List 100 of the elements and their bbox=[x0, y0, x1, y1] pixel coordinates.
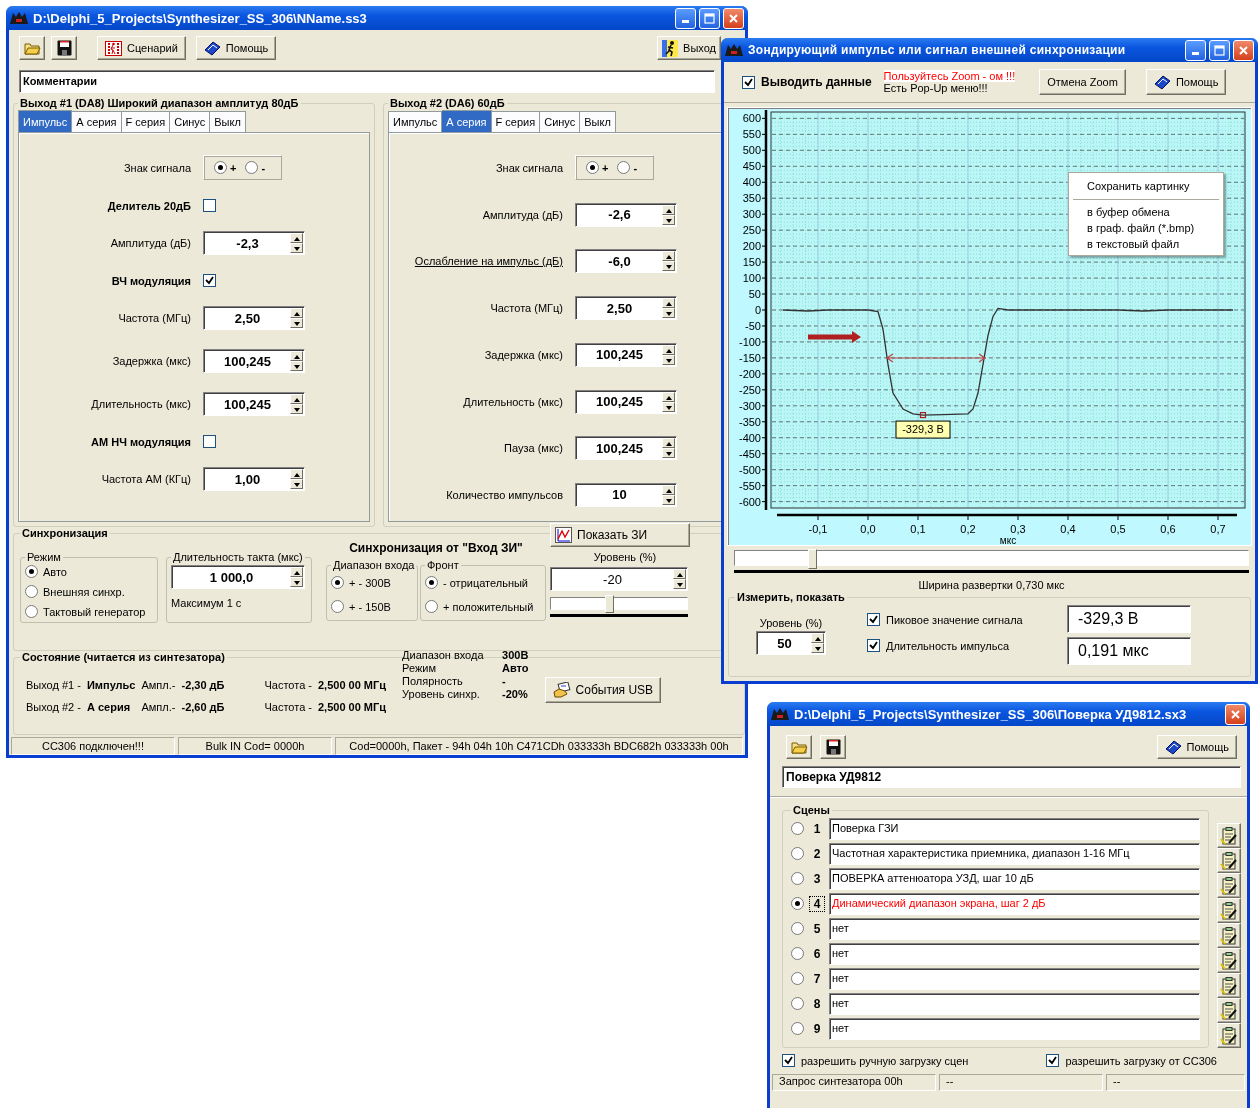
load-button[interactable] bbox=[1217, 823, 1241, 848]
checkbox[interactable] bbox=[742, 75, 755, 89]
checkbox[interactable] bbox=[1046, 1054, 1060, 1067]
spin-box[interactable]: 100,245 bbox=[575, 436, 677, 461]
minimize-button[interactable] bbox=[1185, 39, 1206, 61]
checkbox[interactable] bbox=[867, 639, 880, 652]
radio-button[interactable] bbox=[791, 897, 804, 910]
radio-button[interactable] bbox=[791, 972, 804, 985]
minimize-button[interactable] bbox=[675, 7, 696, 29]
spin-box[interactable]: -20 bbox=[550, 567, 688, 591]
spin-box[interactable]: 100,245 bbox=[575, 342, 677, 367]
scene-field[interactable]: нет bbox=[829, 1017, 1200, 1040]
slider-track[interactable] bbox=[734, 550, 1249, 566]
menu-item[interactable]: в буфер обмена bbox=[1069, 204, 1223, 220]
open-button[interactable] bbox=[786, 735, 812, 759]
spin-box[interactable]: 2,50 bbox=[203, 306, 305, 330]
radio-button[interactable] bbox=[25, 605, 38, 618]
radio-button[interactable] bbox=[791, 872, 804, 885]
radio-button[interactable] bbox=[791, 947, 804, 960]
radio-button[interactable] bbox=[25, 565, 38, 578]
scene-field[interactable]: Динамический диапазон экрана, шаг 2 дБ bbox=[829, 892, 1200, 915]
scene-field[interactable]: нет bbox=[829, 967, 1200, 990]
scene-field[interactable]: нет bbox=[829, 942, 1200, 965]
checkbox[interactable] bbox=[203, 274, 216, 287]
spin-box[interactable]: -2,3 bbox=[203, 231, 305, 255]
comment-field[interactable]: Комментарии bbox=[19, 70, 715, 93]
tab[interactable]: Выкл bbox=[580, 111, 616, 132]
checkbox[interactable] bbox=[203, 199, 216, 212]
name-field[interactable]: Поверка УД9812 bbox=[782, 766, 1241, 788]
link[interactable]: Ослабление на импульс (дБ) bbox=[414, 255, 563, 268]
menu-item[interactable]: в текстовый файл bbox=[1069, 236, 1223, 252]
scene-field[interactable]: ПОВЕРКА аттенюатора УЗД, шаг 10 дБ bbox=[829, 867, 1200, 890]
checkbox[interactable] bbox=[867, 613, 880, 626]
tab[interactable]: Синус bbox=[170, 111, 211, 132]
show-button[interactable]: Показать ЗИ bbox=[550, 523, 690, 547]
tab[interactable]: А серия bbox=[442, 110, 492, 132]
scene-field[interactable]: Частотная характеристика приемника, диапазон 1-16 МГц bbox=[829, 842, 1200, 865]
open-button[interactable] bbox=[19, 36, 45, 60]
tab[interactable]: А серия bbox=[72, 111, 122, 132]
slider-thumb[interactable] bbox=[605, 595, 615, 613]
slider-track[interactable] bbox=[550, 597, 688, 610]
load-button[interactable] bbox=[1217, 973, 1241, 998]
slider-thumb[interactable] bbox=[807, 549, 817, 569]
menu-item[interactable]: Сохранить картинку bbox=[1069, 176, 1223, 198]
load-button[interactable] bbox=[1217, 998, 1241, 1023]
radio-button[interactable] bbox=[331, 600, 344, 613]
close-button[interactable] bbox=[1225, 703, 1246, 725]
load-button[interactable] bbox=[1217, 873, 1241, 898]
close-button[interactable] bbox=[1233, 39, 1254, 61]
load-button[interactable] bbox=[1217, 948, 1241, 973]
radio-button[interactable] bbox=[617, 161, 631, 174]
radio-button[interactable] bbox=[791, 847, 804, 860]
radio-button[interactable] bbox=[791, 822, 804, 835]
menu-item[interactable]: в граф. файл (*.bmp) bbox=[1069, 220, 1223, 236]
spin-box[interactable]: 1,00 bbox=[203, 467, 305, 491]
spin-box[interactable]: -2,6 bbox=[575, 202, 677, 227]
scenario-button[interactable]: Сценарий bbox=[97, 36, 186, 60]
maximize-button[interactable] bbox=[699, 7, 720, 29]
maximize-button[interactable] bbox=[1209, 39, 1230, 61]
save-button[interactable] bbox=[820, 735, 846, 759]
cancel-zoom-button[interactable]: Отмена Zoom bbox=[1039, 69, 1126, 95]
scene-field[interactable]: Поверка ГЗИ bbox=[829, 817, 1200, 840]
spin-box[interactable]: 50 bbox=[756, 631, 826, 655]
radio-button[interactable] bbox=[425, 576, 438, 589]
spin-box[interactable]: 100,245 bbox=[203, 392, 305, 416]
checkbox[interactable] bbox=[203, 435, 216, 448]
tab[interactable]: Синус bbox=[540, 111, 581, 132]
spin-box[interactable]: 2,50 bbox=[575, 296, 677, 321]
radio-button[interactable] bbox=[245, 161, 259, 174]
radio-button[interactable] bbox=[214, 161, 227, 174]
radio-button[interactable] bbox=[331, 576, 344, 589]
spin-box[interactable]: 100,245 bbox=[575, 389, 677, 414]
spin-box[interactable]: 1 000,0 bbox=[171, 565, 305, 589]
radio-button[interactable] bbox=[425, 600, 438, 613]
spin-box[interactable]: -6,0 bbox=[575, 249, 677, 274]
radio-button[interactable] bbox=[791, 997, 804, 1010]
tab[interactable]: F серия bbox=[121, 111, 171, 132]
load-button[interactable] bbox=[1217, 923, 1241, 948]
tab[interactable]: Импульс bbox=[18, 110, 73, 132]
usb-events-button[interactable]: События USB bbox=[544, 677, 662, 703]
checkbox[interactable] bbox=[782, 1054, 795, 1067]
scene-field[interactable]: нет bbox=[829, 992, 1200, 1015]
help-button[interactable]: Помощь bbox=[1156, 735, 1237, 759]
spin-box[interactable]: 10 bbox=[575, 482, 677, 507]
radio-button[interactable] bbox=[586, 161, 599, 174]
load-button[interactable] bbox=[1217, 848, 1241, 873]
radio-button[interactable] bbox=[25, 585, 38, 598]
close-button[interactable] bbox=[723, 7, 744, 29]
help-button[interactable]: Помощь bbox=[195, 36, 277, 60]
load-button[interactable] bbox=[1217, 898, 1241, 923]
load-button[interactable] bbox=[1217, 1023, 1241, 1048]
scene-field[interactable]: нет bbox=[829, 917, 1200, 940]
help-button[interactable]: Помощь bbox=[1145, 69, 1227, 95]
save-button[interactable] bbox=[51, 36, 77, 60]
tab[interactable]: Выкл bbox=[210, 111, 246, 132]
tab[interactable]: Импульс bbox=[388, 111, 443, 132]
radio-button[interactable] bbox=[791, 922, 804, 935]
exit-button[interactable]: Выход bbox=[657, 36, 721, 60]
radio-button[interactable] bbox=[791, 1022, 804, 1035]
tab[interactable]: F серия bbox=[491, 111, 541, 132]
